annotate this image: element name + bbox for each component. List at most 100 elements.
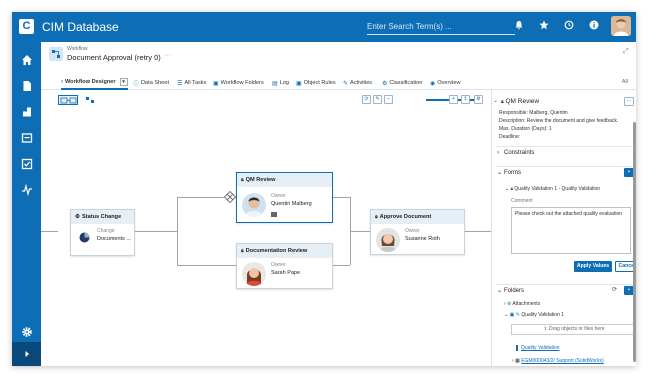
tab-object-rules[interactable]: ▣ Object Rules [296,76,336,90]
tab-workflow-designer[interactable]: ‹ Workflow Designer ▾ [61,76,128,90]
node-field-value: Documents ... [97,236,131,242]
node-header: 🔒︎ QM Review [237,173,332,187]
user-avatar[interactable] [611,16,631,36]
more-menu-icon[interactable]: ··· [164,52,171,59]
connector [177,265,236,266]
gear-icon[interactable] [12,320,41,344]
chevron-right-icon: › [512,358,514,364]
analytics-icon[interactable] [12,178,41,202]
comment-field[interactable]: Please check out the attached quality ev… [511,207,631,254]
node-field-label: Owner [405,228,420,234]
avatar [376,228,400,252]
refresh-icon[interactable]: ⟳ [362,95,371,104]
avatar [242,262,266,286]
max-duration-row: Max. Duration (Days): 1 [499,126,552,132]
document-icon[interactable] [12,74,41,98]
chevron-down-icon[interactable]: ▾ [119,78,128,86]
zoom-in-icon[interactable]: + [449,95,458,104]
node-field-label: Change [97,228,115,234]
fit-icon[interactable]: ↥ [461,95,470,104]
node-status-change[interactable]: ⚙ Status Change Change Documents ... [70,209,135,256]
home-icon[interactable] [12,48,41,72]
log-icon: ▤ [272,80,278,87]
connector [332,265,350,266]
quality-validation-link[interactable]: Quality Validation [516,345,560,351]
tab-activities[interactable]: ✎ Activities [343,76,372,90]
support-document-link[interactable]: › ▦ EGM000043/2/ Support (SolidWorks) [512,358,604,364]
node-header: ⚙ Status Change [71,210,134,224]
apply-values-button[interactable]: Apply Values [574,261,612,272]
app-title: CIM Database [42,20,119,34]
section-forms[interactable]: ⌄ Forms [496,166,634,178]
tab-label: All Tasks [184,80,207,86]
chevron-right-icon: › [497,150,499,156]
comment-label: Comment [511,198,533,204]
tab-label: Classification [389,80,423,86]
info-icon: ⓘ [133,81,140,88]
tab-all-tasks[interactable]: ☰ All Tasks [177,76,206,90]
chevron-right-icon: › [504,301,506,307]
tab-data-sheet[interactable]: ⓘ Data Sheet [133,76,169,90]
folder-attachments[interactable]: › ⊚ Attachments [504,301,540,307]
workflow-canvas[interactable]: ⚙ Status Change Change Documents ... 🔒︎ … [41,110,491,366]
tree-view-icon[interactable] [85,95,97,105]
edit-icon[interactable]: ✎ [373,95,382,104]
responsible-row: Responsible: Malberg, Quentin [499,110,568,116]
bell-icon[interactable] [511,19,527,35]
node-documentation-review[interactable]: 🔒︎ Documentation Review Owner Sarah Pape [236,243,333,289]
tab-label: Log [279,80,290,86]
vertical-scrollbar[interactable] [633,122,636,362]
parallel-gateway-icon[interactable] [223,190,237,204]
refresh-icon[interactable]: ⟳ [612,286,617,293]
section-constraints[interactable]: › Constraints [496,146,634,158]
app-logo[interactable]: C [19,19,34,34]
workflow-icon [49,47,63,61]
rules-icon: ▣ [296,80,302,87]
zoom-out-icon[interactable]: − [384,95,393,104]
favorite-star-icon[interactable]: ☆ [153,53,159,61]
lock-icon: 🔒︎ [375,214,378,220]
tasks-icon: ☰ [177,80,183,87]
tab-label: Workflow Designer [65,79,116,85]
tab-workflow-folders[interactable]: ▣ Workflow Folders [213,76,264,90]
connector [177,197,224,198]
node-approve-document[interactable]: 🔒︎ Approve Document Owner Susanne Roth [370,209,465,255]
node-field-value: Susanne Roth [405,236,440,242]
form-item[interactable]: ⌄ 🔒︎ Quality Validation 1 - Quality Vali… [505,186,600,192]
layout-view-icon[interactable] [58,95,78,105]
expand-icon[interactable] [12,342,41,366]
star-icon[interactable] [536,19,552,35]
activities-icon: ✎ [343,80,349,87]
tab-log[interactable]: ▤ Log [272,76,289,90]
node-header: 🔒︎ Approve Document [371,210,464,224]
deadline-row: Deadline: [499,134,521,140]
info-icon[interactable] [586,19,602,35]
search-input[interactable] [367,19,515,35]
overview-icon: ◉ [430,80,436,87]
tab-classification[interactable]: ⚙ Classification [382,76,422,90]
node-field-value: Quentin Malberg [271,201,312,207]
node-field-label: Owner [271,193,286,199]
tab-label: Object Rules [303,80,336,86]
upload-icon: ⇪ [543,326,548,332]
folder-icon[interactable] [12,126,41,150]
node-qm-review[interactable]: 🔒︎ QM Review Owner Quentin Malberg [236,172,333,223]
fullscreen-icon[interactable]: ⤢ [623,48,629,56]
left-nav [12,42,41,366]
lock-icon: 🔒︎ [501,99,504,105]
lock-icon: 🔒︎ [241,248,244,254]
settings-icon[interactable]: ⚙ [474,95,483,104]
tabs-all-dropdown[interactable]: All [622,79,628,85]
folder-icon: ▣ [509,312,515,318]
share-icon: ‹ [61,79,63,85]
folder-quality-validation[interactable]: ⌄ ▣ ✎ Quality Validation 1 [504,312,564,318]
paperclip-icon: ⊚ [507,301,512,307]
history-icon[interactable] [561,19,577,35]
more-menu-icon[interactable]: ··· [624,97,634,106]
chevron-down-icon[interactable]: ⌄ [493,97,498,104]
parts-icon[interactable] [12,100,41,124]
tab-overview[interactable]: ◉ Overview [430,76,461,90]
checkbox-icon[interactable] [12,152,41,176]
drop-zone[interactable]: ⇪ Drag objects or files here [511,324,636,335]
app-window: C CIM Database Enter Search Term(s) ... … [12,12,636,366]
